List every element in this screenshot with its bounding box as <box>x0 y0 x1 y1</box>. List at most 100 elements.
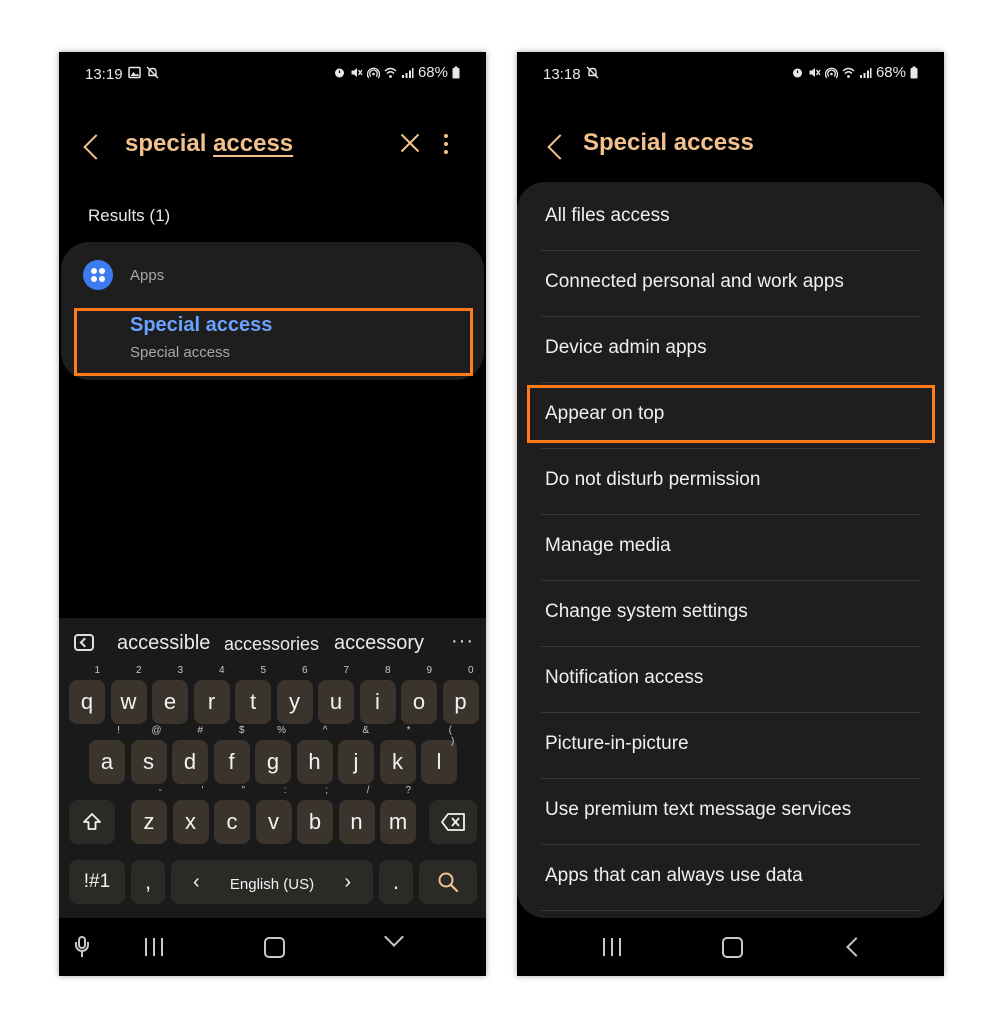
key-hint: @ <box>151 725 162 736</box>
list-item-premium-sms[interactable]: Use premium text message services <box>541 779 920 845</box>
shift-key[interactable] <box>69 800 115 844</box>
page-title: Special access <box>583 129 754 156</box>
back-icon[interactable] <box>83 134 109 160</box>
key-label: o <box>412 689 426 714</box>
key-hint: 5 <box>260 665 266 676</box>
key-hint: : <box>283 785 287 796</box>
result-group-card: Apps Special access Special access <box>61 242 484 380</box>
key-s[interactable]: @ s <box>130 726 167 784</box>
key-r[interactable]: 4r <box>193 666 230 724</box>
search-key[interactable] <box>419 860 477 904</box>
status-bar: 13:19 68% <box>59 62 486 88</box>
key-label: d <box>183 749 197 774</box>
system-nav-bar <box>517 918 944 976</box>
suggestion-3[interactable]: accessory <box>334 632 424 655</box>
key-hint: 1 <box>94 665 100 676</box>
comma-key[interactable]: , <box>131 860 165 904</box>
signal-icon <box>401 68 414 78</box>
list-item-manage-media[interactable]: Manage media <box>541 515 920 581</box>
key-w[interactable]: 2w <box>110 666 147 724</box>
key-label: t <box>249 689 257 714</box>
key-g[interactable]: % g <box>255 726 291 784</box>
key-x[interactable]: ' x <box>172 786 209 844</box>
recents-icon[interactable] <box>145 938 165 956</box>
key-e[interactable]: 3e <box>152 666 188 724</box>
list-item-picture-in-picture[interactable]: Picture-in-picture <box>541 713 920 779</box>
key-hint: ( <box>448 725 452 736</box>
key-label: h <box>308 749 321 774</box>
key-hint: ! <box>117 725 120 736</box>
list-item-all-files-access[interactable]: All files access <box>541 185 920 251</box>
mute-icon <box>351 68 363 77</box>
key-f[interactable]: $ f <box>213 726 250 784</box>
search-query[interactable]: special access <box>125 130 293 158</box>
key-m[interactable]: ? m <box>380 786 416 844</box>
list-item-connected-apps[interactable]: Connected personal and work apps <box>541 251 920 317</box>
search-result-special-access[interactable]: Special access Special access <box>75 308 471 372</box>
key-hint: 0 <box>467 665 474 676</box>
list-item-appear-on-top[interactable]: Appear on top <box>541 383 920 449</box>
search-query-word2: access <box>213 130 294 157</box>
recents-icon[interactable] <box>603 938 623 956</box>
phone-screen-search: 13:19 68% special access Results (1) App… <box>59 52 486 976</box>
key-label: m <box>388 809 408 834</box>
microphone-icon[interactable] <box>75 936 89 958</box>
key-j[interactable]: & j <box>338 726 374 784</box>
key-label: f <box>228 749 235 774</box>
key-hint: ; <box>325 785 328 796</box>
space-language-label: English (US) <box>229 876 315 893</box>
key-h[interactable]: ^ h <box>296 726 333 784</box>
key-label: z <box>143 809 155 834</box>
key-o[interactable]: 9o <box>401 666 437 724</box>
key-label: v <box>268 809 279 834</box>
key-n[interactable]: / n <box>338 786 375 844</box>
space-key[interactable]: ‹ English (US) › <box>171 860 373 904</box>
key-k[interactable]: * k <box>379 726 416 784</box>
suggestion-2[interactable]: accessories <box>224 634 319 655</box>
key-y[interactable]: 6y <box>276 666 313 724</box>
key-hint: % <box>277 725 286 736</box>
wifi-icon <box>384 67 397 78</box>
suggestion-1[interactable]: accessible <box>117 632 210 655</box>
list-item-do-not-disturb-permission[interactable]: Do not disturb permission <box>541 449 920 515</box>
key-p[interactable]: 0p <box>442 666 479 724</box>
list-item-change-system-settings[interactable]: Change system settings <box>541 581 920 647</box>
home-icon[interactable] <box>264 937 285 958</box>
key-c[interactable]: " c <box>214 786 250 844</box>
key-i[interactable]: 8i <box>359 666 396 724</box>
key-label: p <box>454 689 467 714</box>
key-t[interactable]: 5t <box>235 666 271 724</box>
list-item-notification-access[interactable]: Notification access <box>541 647 920 713</box>
backspace-key[interactable] <box>429 800 477 844</box>
back-icon[interactable] <box>547 134 573 160</box>
key-label: r <box>207 689 216 714</box>
list-item-device-admin-apps[interactable]: Device admin apps <box>541 317 920 383</box>
key-q[interactable]: 1q <box>69 666 105 724</box>
key-d[interactable]: # d <box>172 726 208 784</box>
nav-back-icon[interactable] <box>846 937 866 957</box>
home-icon[interactable] <box>722 937 743 958</box>
hide-keyboard-icon[interactable] <box>384 927 404 947</box>
key-a[interactable]: ! a <box>89 726 125 784</box>
clear-search-icon[interactable] <box>399 132 421 154</box>
key-hint: & <box>362 725 369 736</box>
more-suggestions-icon[interactable]: ··· <box>451 630 474 653</box>
key-label: u <box>329 689 343 714</box>
image-icon <box>128 66 141 79</box>
key-z[interactable]: -z <box>131 786 167 844</box>
key-v[interactable]: :v <box>255 786 292 844</box>
key-hint: * <box>406 725 411 736</box>
period-key[interactable]: . <box>379 860 413 904</box>
key-u[interactable]: 7u <box>318 666 354 724</box>
key-label: y <box>289 689 300 714</box>
symbols-key[interactable]: !#1 <box>69 860 125 904</box>
key-label: w <box>120 689 137 714</box>
status-time: 13:18 <box>543 66 581 83</box>
key-hint-extra: ) <box>451 736 455 747</box>
shift-icon <box>83 813 101 830</box>
more-options-icon[interactable] <box>444 134 448 156</box>
list-item-always-use-data[interactable]: Apps that can always use data <box>541 845 920 911</box>
key-hint: ? <box>405 785 411 796</box>
key-b[interactable]: ; b <box>297 786 333 844</box>
suggestion-collapse-icon[interactable] <box>74 634 94 651</box>
